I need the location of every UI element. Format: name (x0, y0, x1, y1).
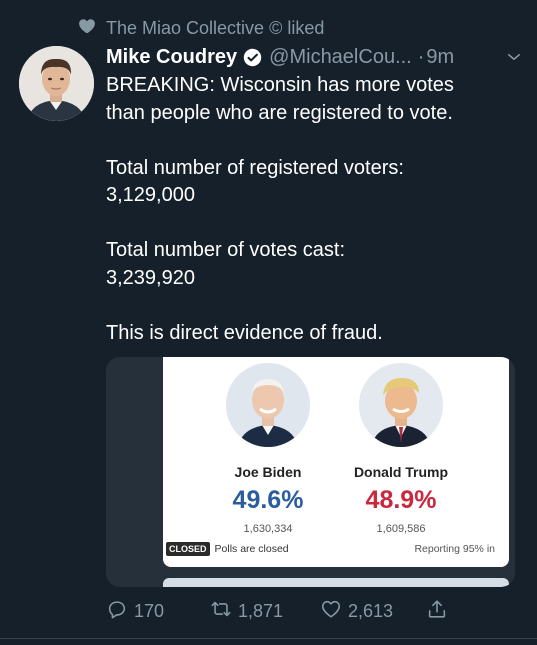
reply-icon (106, 598, 128, 625)
timestamp[interactable]: 9m (426, 46, 454, 69)
tweet-line: than people who are registered to vote. (106, 101, 453, 124)
tweet-actions: 170 1,871 2,613 (106, 598, 506, 624)
retweet-button[interactable]: 1,871 (210, 598, 283, 625)
status-text: Polls are closed (214, 543, 289, 555)
candidate-biden: Joe Biden 49.6% 1,630,334 (203, 357, 333, 535)
chevron-down-icon[interactable] (505, 48, 523, 66)
media-next-card (163, 578, 509, 587)
reporting-text: Reporting 95% in (414, 543, 495, 555)
candidate-percent: 48.9% (365, 486, 437, 514)
tweet-line: Total number of registered voters: (106, 156, 404, 179)
reply-count: 170 (134, 600, 165, 621)
reply-button[interactable]: 170 (106, 598, 164, 625)
divider (0, 638, 537, 639)
like-icon (320, 598, 342, 625)
candidate-percent: 49.6% (232, 486, 304, 514)
candidate-photo (359, 363, 443, 447)
tweet-line: 3,129,000 (106, 184, 195, 206)
candidate-name: Donald Trump (353, 464, 449, 480)
social-context: The Miao Collective © liked (78, 17, 324, 39)
candidate-votes: 1,609,586 (376, 523, 426, 535)
social-context-text[interactable]: The Miao Collective © liked (106, 18, 324, 39)
like-count: 2,613 (348, 600, 394, 621)
media-card[interactable]: Joe Biden 49.6% 1,630,334 Donald Trump 4… (106, 357, 515, 587)
tweet-line: This is direct evidence of fraud. (106, 321, 383, 344)
tweet-line: BREAKING: Wisconsin has more votes (106, 74, 454, 96)
share-button[interactable] (426, 598, 448, 625)
share-icon (426, 598, 448, 625)
verified-badge-icon (243, 48, 262, 67)
tweet-line: Total number of votes cast: (106, 239, 346, 261)
candidate-votes: 1,630,334 (243, 523, 293, 535)
results-status-row: CLOSED Polls are closed Reporting 95% in (166, 541, 495, 557)
display-name[interactable]: Mike Coudrey (106, 46, 237, 69)
tweet-line: 3,239,920 (106, 266, 195, 289)
candidate-name: Joe Biden (234, 464, 302, 480)
user-handle[interactable]: @MichaelCou... (269, 46, 412, 69)
candidate-trump: Donald Trump 48.9% 1,609,586 (336, 357, 466, 535)
heart-icon (78, 17, 96, 40)
tweet-header: Mike Coudrey @MichaelCou... · 9m (106, 42, 523, 72)
separator: · (417, 45, 425, 68)
retweet-count: 1,871 (238, 600, 284, 621)
status-badge: CLOSED (166, 542, 210, 556)
election-result-image: Joe Biden 49.6% 1,630,334 Donald Trump 4… (163, 357, 509, 567)
retweet-icon (210, 598, 232, 625)
avatar[interactable] (19, 46, 94, 121)
candidate-photo (226, 363, 310, 447)
tweet-text: BREAKING: Wisconsin has more votes than … (106, 72, 526, 347)
like-button[interactable]: 2,613 (320, 598, 393, 625)
